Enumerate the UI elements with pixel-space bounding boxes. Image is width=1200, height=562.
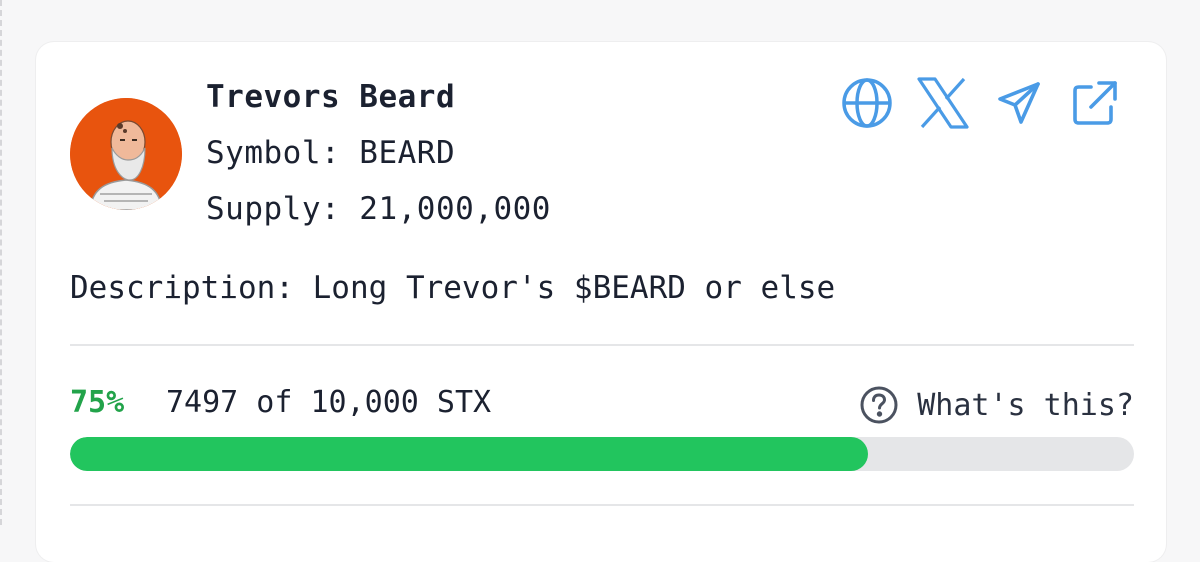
progress-percent: 75% xyxy=(70,385,125,420)
social-links xyxy=(840,76,1122,130)
globe-icon[interactable] xyxy=(840,76,894,130)
token-card: Trevors Beard Symbol: BEARD Supply: 21,0… xyxy=(36,42,1166,562)
page-edge-divider xyxy=(0,0,4,525)
token-symbol: Symbol: BEARD xyxy=(206,135,456,171)
token-supply: Supply: 21,000,000 xyxy=(206,191,551,227)
whats-this-label: What's this? xyxy=(917,387,1134,423)
section-divider xyxy=(70,344,1134,346)
x-logo-icon[interactable] xyxy=(916,76,970,130)
token-name: Trevors Beard xyxy=(206,79,456,115)
whats-this-button[interactable]: What's this? xyxy=(859,385,1134,425)
question-circle-icon xyxy=(859,385,899,425)
section-divider xyxy=(70,504,1134,506)
token-description: Description: Long Trevor's $BEARD or els… xyxy=(70,270,836,306)
progress-bar-fill xyxy=(70,437,868,471)
progress-bar-track xyxy=(70,437,1134,471)
telegram-send-icon[interactable] xyxy=(992,76,1046,130)
external-link-icon[interactable] xyxy=(1068,76,1122,130)
funding-progress-row: 75% 7497 of 10,000 STX What's this? xyxy=(70,385,1134,425)
progress-amount: 7497 of 10,000 STX xyxy=(166,385,492,420)
astronaut-avatar xyxy=(70,98,182,210)
